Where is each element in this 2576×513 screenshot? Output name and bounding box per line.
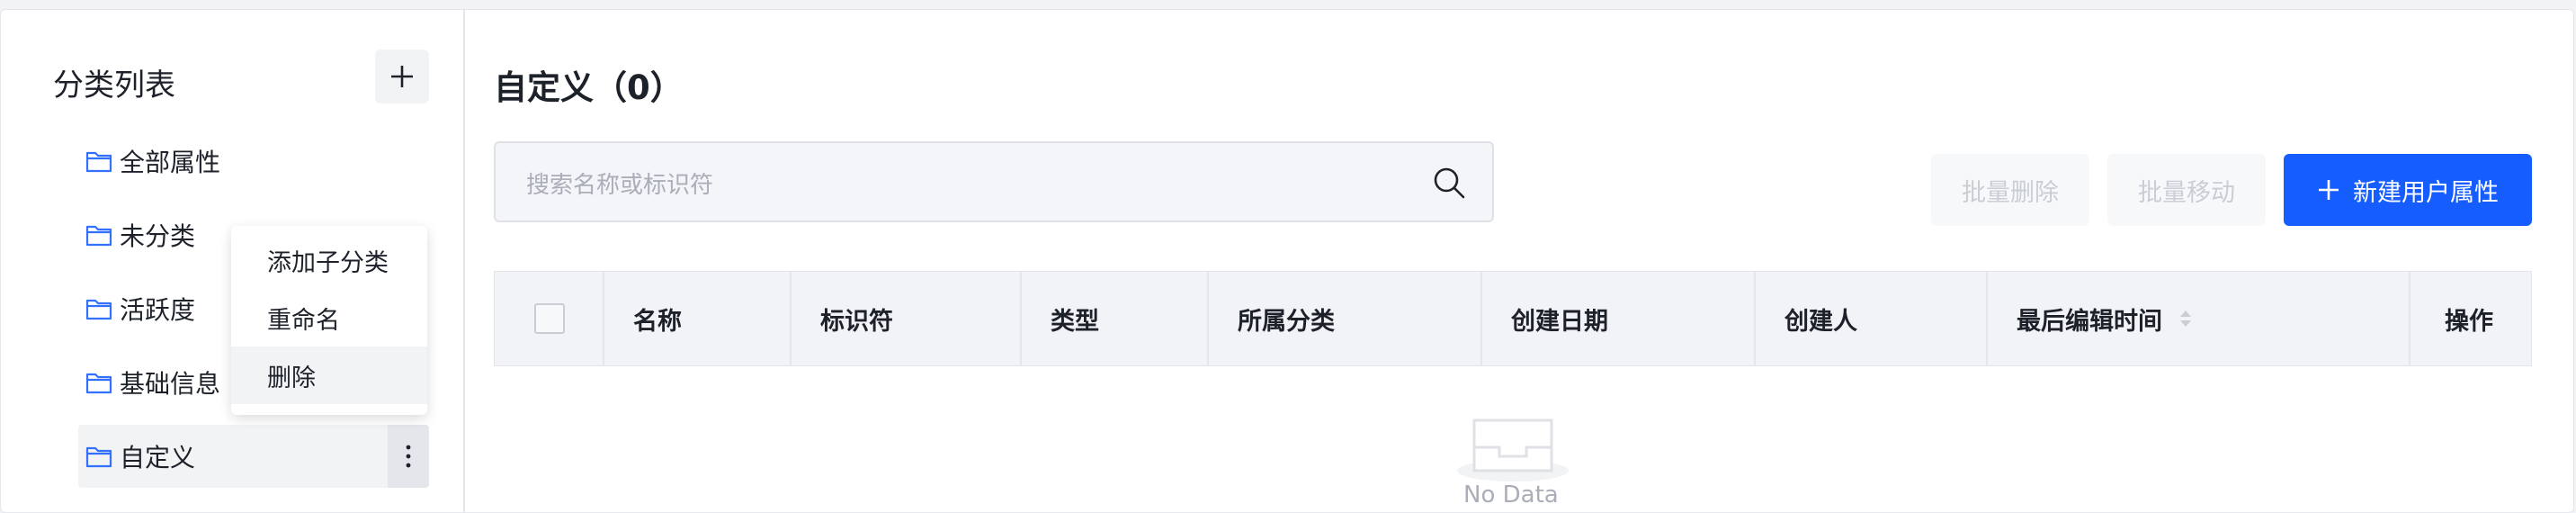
menu-item-rename[interactable]: 重命名: [231, 289, 427, 346]
sort-icon[interactable]: [2178, 307, 2193, 330]
category-item-label: 未分类: [120, 221, 196, 251]
sidebar-title: 分类列表: [53, 68, 175, 104]
search-placeholder: 搜索名称或标识符: [526, 172, 714, 199]
column-header-last-edited-label: 最后编辑时间: [2017, 307, 2162, 336]
category-item-custom[interactable]: 自定义: [78, 425, 429, 488]
batch-move-button[interactable]: 批量移动: [2107, 154, 2266, 226]
category-item-label: 自定义: [120, 443, 196, 472]
category-context-menu: 添加子分类 重命名 删除: [231, 226, 427, 415]
column-header-created-date: 创建日期: [1480, 272, 1754, 365]
column-header-creator: 创建人: [1754, 272, 1986, 365]
folder-icon: [85, 373, 112, 394]
column-header-last-edited[interactable]: 最后编辑时间: [1986, 272, 2409, 365]
search-icon[interactable]: [1431, 165, 1467, 201]
column-header-identifier: 标识符: [790, 272, 1020, 365]
plus-icon: [2319, 180, 2339, 200]
category-item-label: 全部属性: [120, 148, 221, 177]
folder-icon: [85, 225, 112, 247]
folder-icon: [85, 299, 112, 320]
batch-delete-button[interactable]: 批量删除: [1931, 154, 2089, 226]
column-header-category: 所属分类: [1207, 272, 1480, 365]
category-item-label: 活跃度: [120, 295, 196, 325]
column-header-name: 名称: [603, 272, 790, 365]
column-header-actions: 操作: [2409, 272, 2531, 365]
category-sidebar: 分类列表 全部属性 未分类 活跃度 基础信息 自定义 添加子分类 重命名 删除: [1, 10, 465, 512]
page-title: 自定义（0）: [494, 68, 684, 107]
category-item-all[interactable]: 全部属性: [78, 130, 429, 193]
plus-icon: [391, 66, 413, 87]
search-input[interactable]: 搜索名称或标识符: [494, 141, 1494, 222]
app-frame: 分类列表 全部属性 未分类 活跃度 基础信息 自定义 添加子分类 重命名 删除 …: [0, 9, 2574, 513]
new-user-attribute-label: 新建用户属性: [2353, 178, 2499, 207]
add-category-button[interactable]: [375, 50, 429, 104]
column-header-type: 类型: [1020, 272, 1207, 365]
folder-icon: [85, 446, 112, 468]
category-item-label: 基础信息: [120, 369, 221, 399]
menu-item-delete[interactable]: 删除: [231, 346, 427, 404]
menu-item-add-subcategory[interactable]: 添加子分类: [231, 231, 427, 289]
table-header: 名称 标识符 类型 所属分类 创建日期 创建人 最后编辑时间 操作: [494, 271, 2532, 366]
new-user-attribute-button[interactable]: 新建用户属性: [2284, 154, 2532, 226]
select-all-checkbox[interactable]: [534, 303, 565, 334]
more-vertical-icon: [406, 445, 411, 468]
empty-state-text: No Data: [1463, 482, 1559, 508]
select-all-cell: [495, 272, 603, 365]
folder-icon: [85, 151, 112, 173]
more-actions-button[interactable]: [388, 425, 429, 488]
